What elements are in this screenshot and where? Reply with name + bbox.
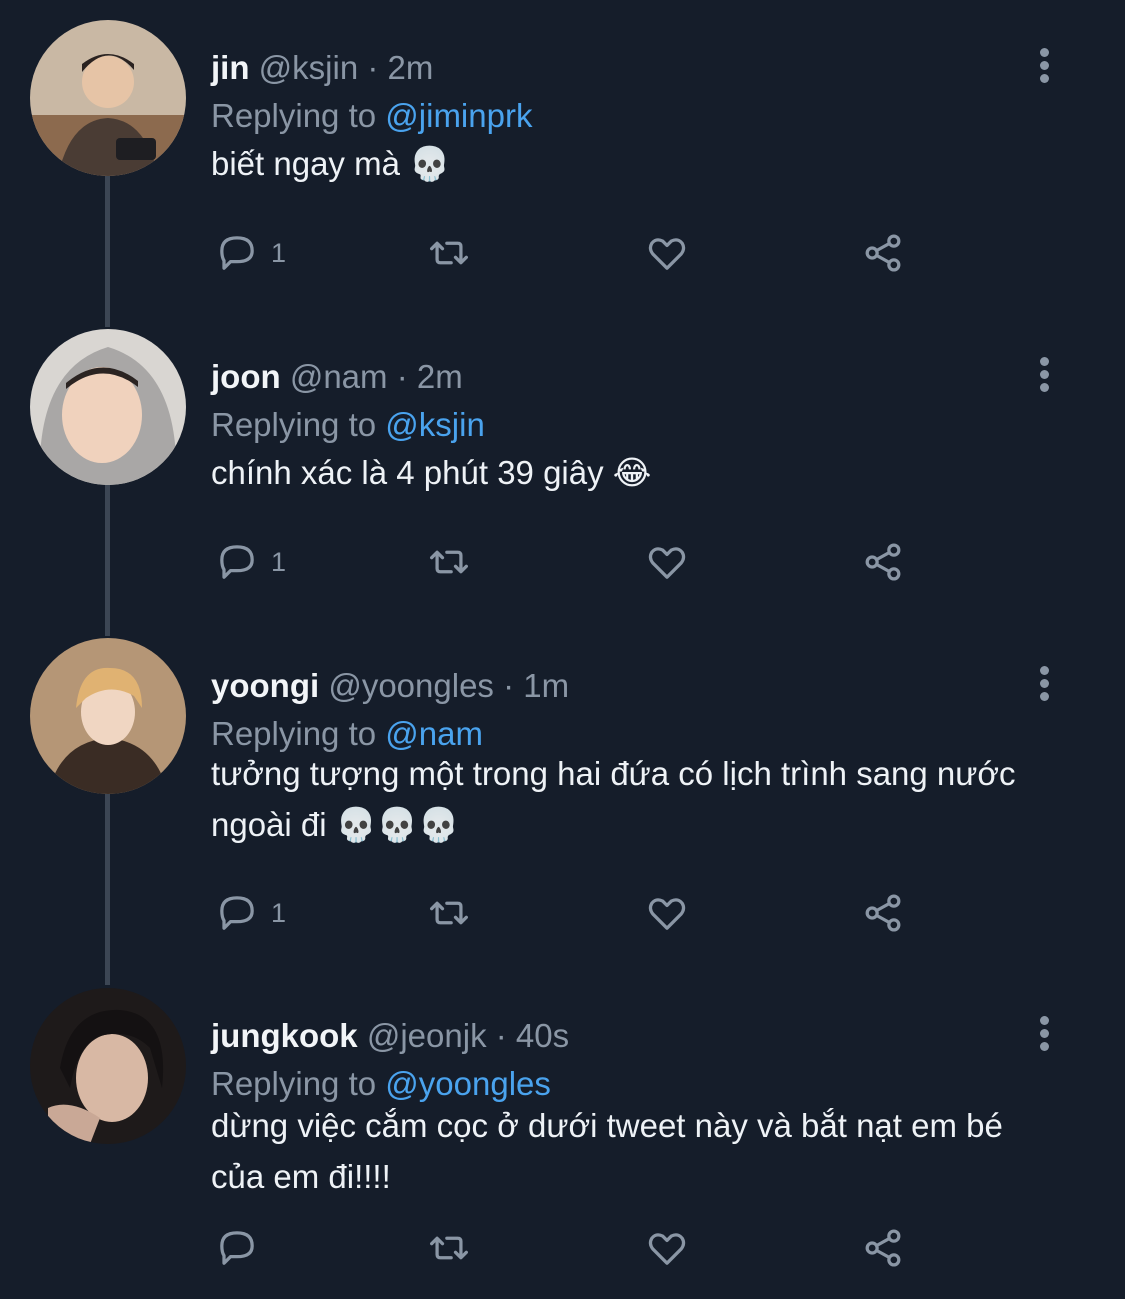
like-button[interactable] <box>641 1218 693 1278</box>
retweet-icon <box>430 550 468 574</box>
reply-icon <box>220 545 254 579</box>
reply-icon <box>220 236 254 270</box>
replying-to-label: Replying to <box>211 406 377 443</box>
avatar[interactable] <box>30 329 186 485</box>
like-icon <box>648 547 686 579</box>
tweet[interactable]: joon @nam · 2m Replying to @ksjin chính … <box>0 329 1125 629</box>
share-icon <box>865 894 901 932</box>
tweet[interactable]: jungkook @jeonjk · 40s Replying to @yoon… <box>0 988 1125 1288</box>
share-button[interactable] <box>857 532 909 592</box>
retweet-button[interactable] <box>423 532 475 592</box>
replying-to-label: Replying to <box>211 715 377 752</box>
reply-target-link[interactable]: @nam <box>385 715 483 752</box>
replying-to: Replying to @jiminprk <box>211 96 532 136</box>
like-icon <box>648 238 686 270</box>
share-icon <box>865 543 901 581</box>
tweet-header: joon @nam · 2m <box>211 357 463 397</box>
tweet-text: chính xác là 4 phút 39 giây 😂 <box>211 454 652 491</box>
avatar-image <box>30 638 186 794</box>
timestamp[interactable]: 1m <box>523 667 569 704</box>
share-icon <box>865 234 901 272</box>
action-bar: 1 <box>211 532 931 592</box>
replying-to-label: Replying to <box>211 1065 377 1102</box>
user-handle[interactable]: @ksjin <box>259 49 359 86</box>
timestamp[interactable]: 2m <box>417 358 463 395</box>
like-button[interactable] <box>641 223 693 283</box>
share-icon <box>865 1229 901 1267</box>
user-handle[interactable]: @nam <box>290 358 388 395</box>
reply-target-link[interactable]: @ksjin <box>385 406 485 443</box>
replying-to: Replying to @ksjin <box>211 405 485 445</box>
display-name[interactable]: jungkook <box>211 1017 358 1054</box>
tweet-text: dừng việc cắm cọc ở dưới tweet này và bắ… <box>211 1107 1003 1195</box>
share-button[interactable] <box>857 1218 909 1278</box>
user-handle[interactable]: @jeonjk <box>367 1017 487 1054</box>
reply-button[interactable]: 1 <box>211 223 286 283</box>
avatar-image <box>30 329 186 485</box>
reply-count: 1 <box>271 237 287 268</box>
more-options-icon[interactable] <box>1030 357 1058 397</box>
like-button[interactable] <box>641 532 693 592</box>
more-options-icon[interactable] <box>1030 1016 1058 1056</box>
like-icon <box>648 1233 686 1265</box>
reply-target-link[interactable]: @jiminprk <box>385 97 532 134</box>
timestamp[interactable]: 40s <box>516 1017 569 1054</box>
separator-dot: · <box>495 1017 507 1054</box>
tweet-text: biết ngay mà 💀 <box>211 145 451 182</box>
tweet-header: yoongi @yoongles · 1m <box>211 666 569 706</box>
display-name[interactable]: jin <box>211 49 250 86</box>
avatar[interactable] <box>30 20 186 176</box>
retweet-button[interactable] <box>423 1218 475 1278</box>
action-bar: 1 <box>211 223 931 283</box>
replying-to: Replying to @yoongles <box>211 1064 551 1104</box>
reply-target-link[interactable]: @yoongles <box>385 1065 551 1102</box>
user-handle[interactable]: @yoongles <box>328 667 494 704</box>
reply-count: 1 <box>271 546 287 577</box>
avatar-image <box>30 988 186 1144</box>
action-bar: 1 <box>211 883 931 943</box>
like-button[interactable] <box>641 883 693 943</box>
retweet-icon <box>430 1236 468 1260</box>
avatar[interactable] <box>30 988 186 1144</box>
reply-button[interactable]: 1 <box>211 883 286 943</box>
share-button[interactable] <box>857 223 909 283</box>
action-bar <box>211 1218 931 1278</box>
avatar[interactable] <box>30 638 186 794</box>
separator-dot: · <box>503 667 515 704</box>
avatar-image <box>30 20 186 176</box>
replying-to-label: Replying to <box>211 97 377 134</box>
tweet[interactable]: yoongi @yoongles · 1m Replying to @nam t… <box>0 638 1125 978</box>
retweet-icon <box>430 241 468 265</box>
timestamp[interactable]: 2m <box>388 49 434 86</box>
retweet-button[interactable] <box>423 223 475 283</box>
tweet-text: tưởng tượng một trong hai đứa có lịch tr… <box>211 755 1016 843</box>
reply-icon <box>220 1231 254 1265</box>
separator-dot: · <box>396 358 408 395</box>
retweet-icon <box>430 901 468 925</box>
separator-dot: · <box>367 49 379 86</box>
reply-icon <box>220 896 254 930</box>
tweet[interactable]: jin @ksjin · 2m Replying to @jiminprk bi… <box>0 20 1125 320</box>
more-options-icon[interactable] <box>1030 666 1058 706</box>
reply-count: 1 <box>271 897 287 928</box>
share-button[interactable] <box>857 883 909 943</box>
more-options-icon[interactable] <box>1030 48 1058 88</box>
tweet-header: jungkook @jeonjk · 40s <box>211 1016 569 1056</box>
reply-button[interactable]: 1 <box>211 532 286 592</box>
display-name[interactable]: yoongi <box>211 667 319 704</box>
reply-button[interactable] <box>211 1218 271 1278</box>
tweet-header: jin @ksjin · 2m <box>211 48 433 88</box>
retweet-button[interactable] <box>423 883 475 943</box>
display-name[interactable]: joon <box>211 358 281 395</box>
like-icon <box>648 898 686 930</box>
